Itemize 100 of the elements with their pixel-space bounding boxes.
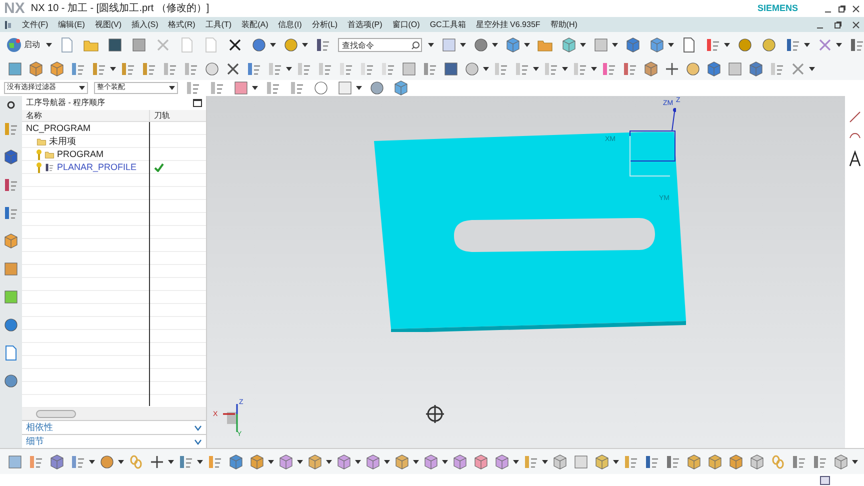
cube-icon[interactable] [504, 36, 522, 54]
caret-icon[interactable] [836, 43, 842, 47]
caret-icon[interactable] [326, 460, 332, 464]
caret-icon[interactable] [724, 43, 730, 47]
caret-icon[interactable] [533, 67, 539, 71]
ball-icon[interactable] [368, 79, 386, 97]
menu-item[interactable]: 装配(A) [242, 18, 268, 30]
caret-icon[interactable] [612, 43, 618, 47]
square-icon[interactable] [130, 36, 148, 54]
menu-item[interactable]: 格式(R) [168, 18, 196, 30]
cube-icon[interactable] [648, 36, 666, 54]
menu-item[interactable]: 首选项(P) [348, 18, 382, 30]
menu-grip-icon[interactable] [4, 20, 12, 30]
caret-icon[interactable] [168, 460, 174, 464]
search-field[interactable]: 查找命令 [338, 38, 422, 52]
ball-icon[interactable] [2, 316, 20, 334]
menu-item[interactable]: 窗口(O) [392, 18, 420, 30]
caret-icon[interactable] [302, 43, 308, 47]
square-icon[interactable] [106, 36, 124, 54]
cube-icon[interactable] [685, 452, 703, 470]
caret-icon[interactable] [169, 86, 175, 90]
caret-icon[interactable] [79, 86, 85, 90]
cube-icon[interactable] [593, 452, 611, 470]
tree-item[interactable]: PROGRAM [57, 148, 104, 162]
tree-item[interactable]: 未用项 [49, 134, 76, 148]
cube-icon[interactable] [392, 79, 410, 97]
caret-icon[interactable] [355, 460, 361, 464]
cube-icon[interactable] [472, 452, 490, 470]
caret-icon[interactable] [428, 43, 434, 47]
cube-icon[interactable] [27, 60, 45, 78]
caret-icon[interactable] [804, 43, 810, 47]
menu-item[interactable]: 文件(F) [22, 18, 48, 30]
cube-icon[interactable] [2, 148, 20, 166]
tree-item[interactable]: NC_PROGRAM [26, 122, 91, 136]
caret-icon[interactable] [268, 460, 274, 464]
close-icon[interactable] [852, 4, 860, 12]
menu-item[interactable]: 分析(L) [312, 18, 338, 30]
caret-icon[interactable] [270, 43, 276, 47]
cube-icon[interactable] [747, 60, 765, 78]
ball-icon[interactable] [2, 372, 20, 390]
folder-icon[interactable] [36, 136, 47, 147]
settings-icon[interactable] [6, 100, 16, 110]
square-icon[interactable] [232, 79, 250, 97]
plus-icon[interactable] [663, 60, 681, 78]
start-button[interactable]: 启动 [6, 37, 40, 53]
cube-icon[interactable] [705, 60, 723, 78]
panel-header[interactable]: 细节 [26, 434, 44, 448]
chevron-down-icon[interactable] [194, 438, 202, 444]
ball-icon[interactable] [312, 79, 330, 97]
square-icon[interactable] [2, 260, 20, 278]
ball-icon[interactable] [98, 452, 116, 470]
menu-item[interactable]: 星空外挂 V6.935F [476, 18, 540, 30]
square-icon[interactable] [6, 452, 24, 470]
cube-icon[interactable] [277, 452, 295, 470]
caret-icon[interactable] [460, 43, 466, 47]
ball-icon[interactable] [684, 60, 702, 78]
cube-icon[interactable] [748, 452, 766, 470]
caret-icon[interactable] [809, 67, 815, 71]
menu-item[interactable]: GC工具箱 [430, 18, 466, 30]
caret-icon[interactable] [356, 86, 362, 90]
horizontal-scrollbar[interactable] [22, 408, 206, 420]
cube-icon[interactable] [560, 36, 578, 54]
cube-icon[interactable] [706, 452, 724, 470]
cube-icon[interactable] [727, 452, 745, 470]
menu-item[interactable]: 视图(V) [94, 18, 122, 30]
cube-icon[interactable] [422, 452, 440, 470]
caret-icon[interactable] [110, 67, 116, 71]
cube-icon[interactable] [248, 452, 266, 470]
cube-icon[interactable] [364, 452, 382, 470]
ball-icon[interactable] [760, 36, 778, 54]
cube-icon[interactable] [642, 60, 660, 78]
caret-icon[interactable] [852, 460, 858, 464]
caret-icon[interactable] [524, 43, 530, 47]
menu-item[interactable]: 工具(T) [205, 18, 232, 30]
cube-icon[interactable] [393, 452, 411, 470]
caret-icon[interactable] [668, 43, 674, 47]
ball-icon[interactable] [250, 36, 268, 54]
caret-icon[interactable] [562, 67, 568, 71]
caret-icon[interactable] [297, 460, 303, 464]
menu-item[interactable]: 帮助(H) [550, 18, 578, 30]
caret-icon[interactable] [252, 86, 258, 90]
cube-icon[interactable] [832, 452, 850, 470]
caret-icon[interactable] [197, 460, 203, 464]
cube-icon[interactable] [493, 452, 511, 470]
caret-icon[interactable] [580, 43, 586, 47]
menu-item[interactable]: 信息(I) [278, 18, 302, 30]
cube-icon[interactable] [227, 452, 245, 470]
caret-icon[interactable] [286, 67, 292, 71]
ball-icon[interactable] [736, 36, 754, 54]
caret-icon[interactable] [118, 460, 124, 464]
column-header[interactable]: 名称 [22, 110, 150, 121]
caret-icon[interactable] [442, 460, 448, 464]
caret-icon[interactable] [613, 460, 619, 464]
chevron-down-icon[interactable] [194, 424, 202, 430]
cube-icon[interactable] [48, 452, 66, 470]
square-icon[interactable] [6, 60, 24, 78]
cube-icon[interactable] [451, 452, 469, 470]
caret-icon[interactable] [46, 43, 52, 47]
close-icon[interactable] [852, 20, 860, 28]
cube-icon[interactable] [335, 452, 353, 470]
